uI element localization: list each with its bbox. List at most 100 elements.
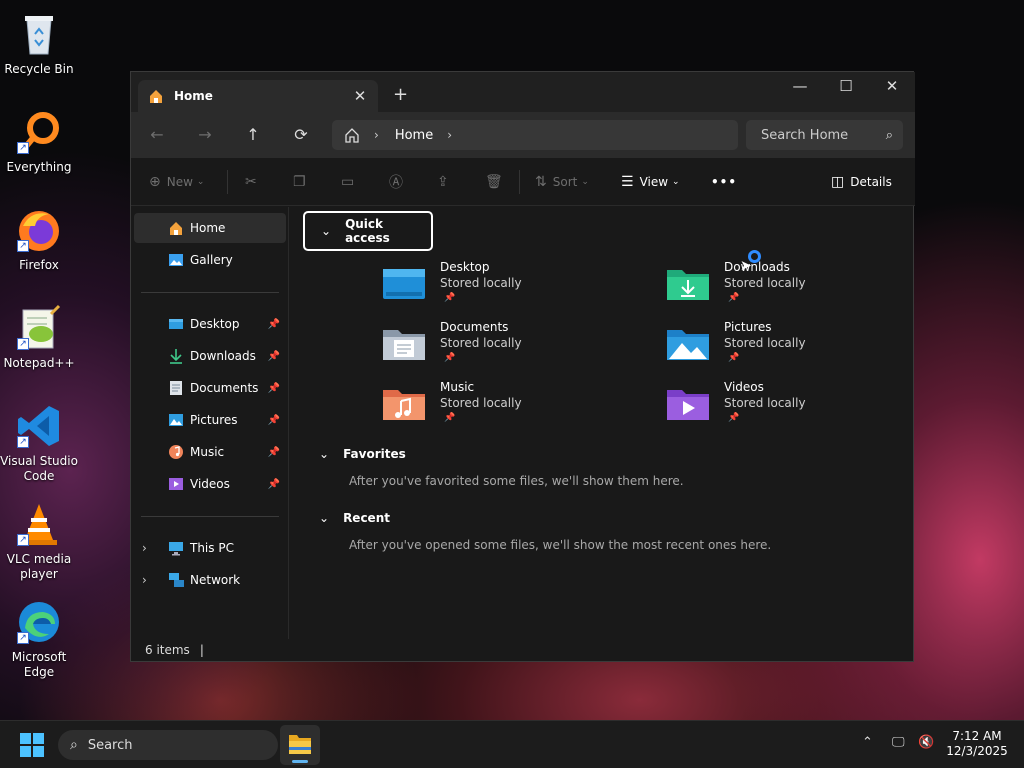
up-button[interactable]: ↑ (240, 122, 266, 148)
network-tray-icon[interactable]: 🖵 (892, 735, 905, 750)
delete-button[interactable]: 🗑 (485, 172, 509, 192)
quick-access-desktop[interactable]: Desktop Stored locally 📌 (382, 260, 632, 316)
refresh-button[interactable]: ⟳ (288, 122, 314, 148)
chevron-right-icon[interactable]: › (142, 541, 156, 555)
pin-icon: 📌 (267, 414, 280, 426)
search-placeholder: Search Home (761, 127, 849, 143)
paste-button[interactable]: ▭ (341, 172, 360, 192)
desktop-icon-notepad[interactable]: ↗ Notepad++ (0, 298, 78, 388)
back-button[interactable]: ← (144, 122, 170, 148)
desktop-icon-vlc[interactable]: ↗ VLC media player (0, 494, 78, 584)
desktop-icon-recycle-bin[interactable]: Recycle Bin (0, 4, 78, 94)
close-tab-button[interactable]: ✕ (348, 87, 372, 105)
tab-home[interactable]: Home ✕ (138, 80, 378, 112)
sidebar-item-music[interactable]: Music 📌 (134, 437, 286, 467)
pin-icon: 📌 (728, 293, 740, 303)
desktop-icon-vscode[interactable]: ↗ Visual Studio Code (0, 396, 78, 486)
breadcrumb-home[interactable]: Home (395, 128, 433, 143)
address-bar[interactable]: › Home › (332, 120, 738, 150)
pin-icon: 📌 (267, 478, 280, 490)
share-button[interactable]: ⇪ (437, 172, 455, 192)
recent-header[interactable]: ⌄ Recent (319, 511, 390, 525)
sidebar-item-downloads[interactable]: Downloads 📌 (134, 341, 286, 371)
desktop-icon-everything[interactable]: ↗ Everything (0, 102, 78, 192)
sort-icon: ⇅ (535, 174, 547, 190)
navigation-bar: ← → ↑ ⟳ › Home › Search Home ⌕ (131, 112, 915, 158)
sidebar-item-this-pc[interactable]: › This PC (134, 533, 286, 563)
notepad-plus-plus-icon: ↗ (15, 304, 63, 352)
chevron-down-icon: ⌄ (319, 447, 330, 461)
view-button[interactable]: ☰ View ⌄ (621, 172, 680, 192)
home-icon (170, 222, 182, 235)
plus-circle-icon: ⊕ (149, 174, 161, 190)
copy-icon: ❐ (293, 174, 306, 190)
breadcrumb-separator[interactable]: › (447, 128, 452, 142)
quick-access-music[interactable]: Music Stored locally 📌 (382, 380, 632, 436)
rename-button[interactable]: Ⓐ (389, 172, 409, 192)
chevron-right-icon[interactable]: › (142, 573, 156, 587)
show-hidden-icons-button[interactable]: ⌃ (862, 735, 873, 750)
quick-access-header[interactable]: ⌄ Quick access (303, 211, 433, 251)
sidebar-item-videos[interactable]: Videos 📌 (134, 469, 286, 499)
sidebar-item-documents[interactable]: Documents 📌 (134, 373, 286, 403)
quick-access-downloads[interactable]: Downloads Stored locally 📌 (666, 260, 916, 316)
forward-button[interactable]: → (192, 122, 218, 148)
quick-access-documents[interactable]: Documents Stored locally 📌 (382, 320, 632, 376)
share-icon: ⇪ (437, 174, 449, 190)
command-bar: ⊕ New ⌄ ✂ ❐ ▭ Ⓐ ⇪ 🗑 ⇅ Sort ⌄ ☰ View ⌄ ••… (131, 158, 915, 206)
volume-muted-icon[interactable]: 🔇 (918, 735, 934, 750)
taskbar-search-placeholder: Search (87, 737, 133, 753)
more-options-button[interactable]: ••• (711, 172, 737, 192)
favorites-header[interactable]: ⌄ Favorites (319, 447, 406, 461)
copy-button[interactable]: ❐ (293, 172, 312, 192)
sidebar-item-network[interactable]: › Network (134, 565, 286, 595)
downloads-folder-icon (667, 270, 709, 300)
vscode-icon: ↗ (15, 402, 63, 450)
divider (227, 170, 228, 194)
minimize-button[interactable]: — (777, 72, 823, 102)
videos-folder-icon (667, 390, 709, 420)
navigation-pane: Home Gallery Desktop 📌 Downloads 📌 Docum… (131, 207, 289, 639)
sidebar-item-desktop[interactable]: Desktop 📌 (134, 309, 286, 339)
desktop-icon-edge[interactable]: ↗ Microsoft Edge (0, 592, 78, 682)
clock[interactable]: 7:12 AM 12/3/2025 (940, 729, 1014, 759)
cut-button[interactable]: ✂ (245, 172, 263, 192)
quick-access-pictures[interactable]: Pictures Stored locally 📌 (666, 320, 916, 376)
new-tab-button[interactable]: + (393, 84, 408, 105)
details-pane-icon: ◫ (831, 174, 845, 190)
close-window-button[interactable]: ✕ (869, 72, 915, 102)
item-count: 6 items (145, 643, 190, 657)
taskbar-file-explorer[interactable] (280, 725, 320, 765)
view-icon: ☰ (621, 174, 634, 190)
home-icon (150, 90, 162, 103)
sidebar-item-pictures[interactable]: Pictures 📌 (134, 405, 286, 435)
search-box[interactable]: Search Home ⌕ (746, 120, 903, 150)
new-button[interactable]: ⊕ New ⌄ (149, 172, 204, 192)
desktop-icon-firefox[interactable]: ↗ Firefox (0, 200, 78, 290)
quick-access-videos[interactable]: Videos Stored locally 📌 (666, 380, 916, 436)
details-button[interactable]: ◫ Details (831, 172, 892, 192)
breadcrumb-separator: › (374, 128, 379, 142)
chevron-down-icon: ⌄ (196, 177, 205, 187)
taskbar-search-box[interactable]: ⌕ Search (58, 730, 278, 760)
sidebar-item-gallery[interactable]: Gallery (134, 245, 286, 275)
edge-icon: ↗ (15, 598, 63, 646)
music-folder-icon (383, 390, 425, 420)
active-app-indicator (292, 760, 308, 763)
maximize-button[interactable]: ☐ (823, 72, 869, 102)
sort-button[interactable]: ⇅ Sort ⌄ (535, 172, 589, 192)
desktop-folder-icon (169, 319, 183, 329)
search-icon: ⌕ (70, 737, 78, 753)
downloads-icon (170, 349, 182, 364)
gallery-icon (169, 254, 183, 266)
pin-icon: 📌 (444, 353, 456, 363)
home-outline-icon (345, 128, 359, 143)
clock-time: 7:12 AM (952, 729, 1002, 743)
sidebar-divider (141, 292, 279, 293)
sidebar-item-home[interactable]: Home (134, 213, 286, 243)
busy-spinner-icon (748, 250, 761, 263)
pin-icon: 📌 (444, 293, 456, 303)
windows-start-icon[interactable] (20, 733, 44, 757)
content-area: ⌄ Quick access Desktop Stored locally 📌 … (290, 207, 914, 639)
sidebar-divider (141, 516, 279, 517)
